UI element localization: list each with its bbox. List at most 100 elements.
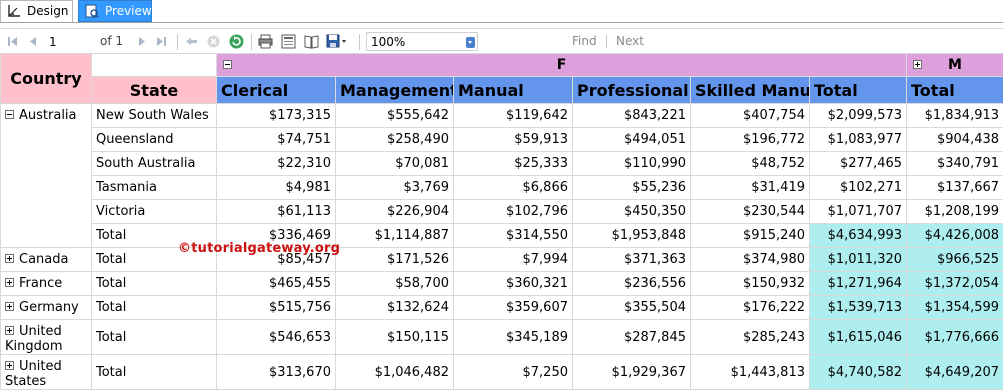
chevron-down-icon[interactable] xyxy=(466,37,475,48)
value-cell-total-m: $1,372,054 xyxy=(906,271,1003,296)
report-toolbar: of 1 100% Find Next xyxy=(0,28,1003,53)
table-row: Germany Total $515,756 $132,624 $359,607 $355… xyxy=(0,295,1003,320)
tab-design[interactable]: Design xyxy=(0,0,73,22)
page-setup-icon[interactable] xyxy=(303,33,320,50)
refresh-icon[interactable] xyxy=(228,33,245,50)
country-cell: France xyxy=(0,271,92,296)
tab-preview-label: Preview xyxy=(105,4,152,18)
page-number-input[interactable] xyxy=(45,32,93,51)
value-cell-professional: $1,929,367 xyxy=(572,354,691,390)
table-row: United States Total $313,670 $1,046,482 $7,2… xyxy=(0,354,1003,390)
value-cell-management: $150,115 xyxy=(335,319,454,355)
collapse-icon[interactable] xyxy=(5,110,14,119)
country-cell: Canada xyxy=(0,247,92,272)
table-row: Canada Total $85,457 $171,526 $7,994 $371,363… xyxy=(0,247,1003,272)
state-header: State xyxy=(91,76,217,104)
country-cell: Germany xyxy=(0,295,92,320)
country-cell: United Kingdom xyxy=(0,319,92,355)
value-cell-manual: $102,796 xyxy=(453,199,573,224)
value-cell-total-m: $340,791 xyxy=(906,151,1003,176)
zoom-select[interactable]: 100% xyxy=(366,32,478,51)
country-label: France xyxy=(19,276,63,291)
table-row: Australia New South Wales $173,315 $555,642… xyxy=(0,103,1003,248)
value-cell-professional: $450,350 xyxy=(572,199,691,224)
value-cell-clerical: $61,113 xyxy=(216,199,336,224)
value-cell-skilled-manual: $31,419 xyxy=(690,175,810,200)
state-cell: Total xyxy=(91,271,217,296)
table-row: Total $336,469 $1,114,887 $314,550 $1,953,84… xyxy=(1,223,1003,248)
tab-preview[interactable]: Preview xyxy=(78,0,152,22)
value-cell-management: $58,700 xyxy=(335,271,454,296)
watermark: ©tutorialgateway.org xyxy=(178,241,341,256)
value-cell-professional: $55,236 xyxy=(572,175,691,200)
value-cell-total-m: $4,649,207 xyxy=(906,354,1003,390)
expand-icon[interactable] xyxy=(913,60,923,69)
col-header-total-f: Total xyxy=(808,76,908,104)
value-cell-skilled-manual: $915,240 xyxy=(690,223,810,248)
value-cell-clerical: $313,670 xyxy=(216,354,336,390)
group-header-m-label: M xyxy=(948,57,962,73)
value-cell-manual: $314,550 xyxy=(453,223,573,248)
value-cell-skilled-manual: $48,752 xyxy=(690,151,810,176)
state-cell: New South Wales xyxy=(91,103,217,128)
first-page-icon[interactable] xyxy=(4,33,21,50)
back-icon[interactable] xyxy=(183,33,200,50)
previous-page-icon[interactable] xyxy=(24,33,41,50)
value-cell-skilled-manual: $285,243 xyxy=(690,319,810,355)
value-cell-management: $1,046,482 xyxy=(335,354,454,390)
state-cell: Victoria xyxy=(91,199,217,224)
expand-icon[interactable] xyxy=(5,361,14,370)
expand-icon[interactable] xyxy=(5,302,14,311)
value-cell-clerical: $173,315 xyxy=(216,103,336,128)
next-page-icon[interactable] xyxy=(134,33,151,50)
export-icon[interactable] xyxy=(326,33,350,50)
find-link[interactable]: Find xyxy=(572,34,597,48)
value-cell-clerical: $74,751 xyxy=(216,127,336,152)
expand-icon[interactable] xyxy=(5,326,14,335)
country-label: Canada xyxy=(19,252,69,267)
value-cell-total-m: $1,354,599 xyxy=(906,295,1003,320)
value-cell-total-m: $966,525 xyxy=(906,247,1003,272)
value-cell-professional: $110,990 xyxy=(572,151,691,176)
expand-icon[interactable] xyxy=(5,254,14,263)
state-cell: South Australia xyxy=(91,151,217,176)
state-cell: Total xyxy=(91,354,217,390)
value-cell-clerical: $22,310 xyxy=(216,151,336,176)
report-body: Australia New South Wales $173,315 $555,642… xyxy=(0,103,1003,390)
value-cell-professional: $843,221 xyxy=(572,103,691,128)
col-header-management: Management xyxy=(335,76,454,104)
expand-icon[interactable] xyxy=(5,278,14,287)
table-row: Victoria $61,113 $226,904 $102,796 $450,350 $… xyxy=(1,199,1003,224)
value-cell-total-m: $1,834,913 xyxy=(906,103,1003,128)
table-row: South Australia $22,310 $70,081 $25,333 $110… xyxy=(1,151,1003,176)
value-cell-total-f: $102,271 xyxy=(808,175,908,200)
toolbar-separator xyxy=(177,34,178,50)
col-header-professional: Professional xyxy=(572,76,691,104)
value-cell-total-f: $1,539,713 xyxy=(808,295,908,320)
print-layout-icon[interactable] xyxy=(280,33,297,50)
find-input[interactable] xyxy=(488,32,564,51)
zoom-value: 100% xyxy=(371,35,406,49)
collapse-icon[interactable] xyxy=(223,60,232,69)
report-matrix: Country F M State Clerical Management Ma… xyxy=(0,53,1003,390)
value-cell-total-f: $1,615,046 xyxy=(808,319,908,355)
value-cell-manual: $119,642 xyxy=(453,103,573,128)
value-cell-skilled-manual: $176,222 xyxy=(690,295,810,320)
print-icon[interactable] xyxy=(257,33,274,50)
value-cell-total-m: $4,426,008 xyxy=(906,223,1003,248)
value-cell-professional: $371,363 xyxy=(572,247,691,272)
next-link[interactable]: Next xyxy=(616,34,644,48)
country-cell: United States xyxy=(0,354,92,390)
value-cell-manual: $7,250 xyxy=(453,354,573,390)
value-cell-management: $132,624 xyxy=(335,295,454,320)
value-cell-manual: $360,321 xyxy=(453,271,573,296)
value-cell-management: $171,526 xyxy=(335,247,454,272)
preview-icon xyxy=(85,4,99,18)
state-cell: Queensland xyxy=(91,127,217,152)
value-cell-manual: $25,333 xyxy=(453,151,573,176)
value-cell-skilled-manual: $196,772 xyxy=(690,127,810,152)
last-page-icon[interactable] xyxy=(153,33,170,50)
country-label: Australia xyxy=(19,108,77,123)
stop-icon[interactable] xyxy=(205,33,222,50)
value-cell-skilled-manual: $374,980 xyxy=(690,247,810,272)
